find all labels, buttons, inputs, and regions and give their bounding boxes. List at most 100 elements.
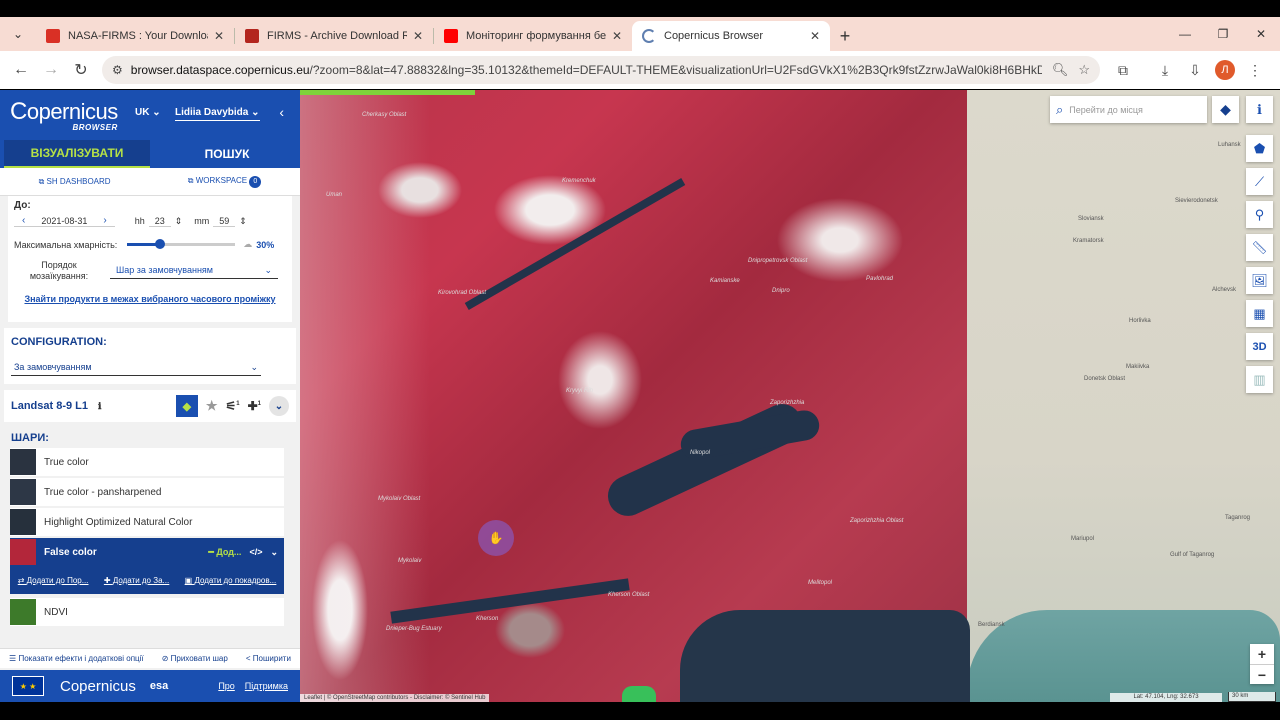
zoom-out-button[interactable]: − [1250, 664, 1274, 684]
hours-label: hh [134, 216, 145, 226]
cloud-slider[interactable] [127, 239, 236, 249]
download-icon[interactable]: ⤓ [1150, 55, 1180, 85]
basemap-layers-button[interactable]: ◆ [1212, 96, 1239, 123]
layer-thumbnail [10, 539, 36, 565]
info-icon[interactable]: ℹ [98, 401, 101, 412]
tab-search[interactable]: ПОШУК [154, 140, 300, 168]
expand-chevron-icon[interactable]: ⌄ [269, 396, 289, 416]
loading-progress-bar [300, 90, 475, 95]
collapse-sidebar-icon[interactable]: ‹ [279, 104, 284, 120]
minutes-stepper-icon[interactable]: ⇕ [239, 216, 247, 227]
chevron-down-icon: ⌄ [250, 362, 258, 372]
3d-view-button[interactable]: 3D [1246, 333, 1273, 360]
close-tab-icon[interactable]: ✕ [413, 29, 423, 43]
copernicus-logo[interactable]: Copernicus BROWSER [10, 98, 118, 132]
menu-kebab-icon[interactable]: ⋮ [1240, 55, 1270, 85]
user-menu[interactable]: Lidiia Davybida ⌄ [175, 107, 260, 121]
layer-true-color-pansharpened[interactable]: True color - pansharpened [10, 478, 284, 506]
date-value[interactable]: 2021-08-31 [33, 216, 95, 226]
eu-flag-logo: ★ ★ [12, 676, 44, 696]
code-icon[interactable]: </> [249, 547, 262, 557]
draw-polygon-icon[interactable]: ⬟ [1246, 135, 1273, 162]
double-chevron-down-icon[interactable]: ⌄ [270, 547, 278, 558]
forward-icon[interactable]: → [36, 55, 66, 85]
workspace-link[interactable]: ⧉ WORKSPACE 0 [188, 175, 262, 188]
profile-button[interactable]: Л [1210, 55, 1240, 85]
tab-youtube-monitoring[interactable]: Моніторинг формування белі ✕ [434, 21, 632, 51]
mode-tabs: ВІЗУАЛІЗУВАТИ ПОШУК [0, 140, 300, 168]
mosaic-row: Порядок мозаїкування: Шар за замовчуванн… [14, 260, 286, 282]
tab-nasa-firms-download[interactable]: NASA-FIRMS : Your Download R ✕ [36, 21, 234, 51]
configuration-select[interactable]: За замовчуванням ⌄ [11, 360, 261, 376]
tab-search-dropdown-icon[interactable]: ⌄ [0, 17, 36, 51]
add-to-pins-link[interactable]: ✚ Додати до За... [104, 576, 169, 585]
find-products-link[interactable]: Знайти продукти в межах вибраного часово… [14, 294, 286, 304]
browser-toolbar: ← → ↻ ⚙ browser.dataspace.copernicus.eu/… [0, 51, 1280, 89]
hours-stepper-icon[interactable]: ⇕ [175, 216, 183, 227]
layer-label: NDVI [44, 606, 68, 618]
histogram-icon[interactable]: ▥ [1246, 366, 1273, 393]
minutes-input[interactable]: 59 [213, 216, 236, 227]
draw-line-icon[interactable]: ⟋ [1246, 168, 1273, 195]
minutes-label: mm [194, 216, 210, 226]
sidebar-header: Copernicus BROWSER UK ⌄ Lidiia Davybida ⌄… [0, 90, 300, 168]
place-label: Zaporizhzhia Oblast [850, 518, 904, 524]
layer-false-color[interactable]: False color ━ Дод... </> ⌄ [10, 538, 284, 566]
location-search[interactable]: ⌕ Перейти до місця [1050, 96, 1207, 123]
add-layer-button[interactable]: ━ Дод... [208, 547, 241, 558]
close-tab-icon[interactable]: ✕ [214, 29, 224, 43]
next-date-icon[interactable]: › [95, 215, 114, 226]
minimize-icon[interactable]: — [1166, 17, 1204, 51]
location-pin-icon[interactable]: ⚲ [1246, 201, 1273, 228]
layers-icon[interactable]: ◆ [175, 395, 198, 417]
share-link[interactable]: < Поширити [246, 654, 291, 663]
zoom-icon[interactable]: 🔍︎ [1052, 62, 1069, 78]
mosaic-value: Шар за замовчуванням [116, 265, 213, 275]
maximize-icon[interactable]: ❐ [1204, 17, 1242, 51]
about-link[interactable]: Про [218, 681, 234, 691]
date-picker[interactable]: ‹ 2021-08-31 › [14, 215, 115, 227]
info-button[interactable]: ℹ [1246, 96, 1273, 123]
add-to-compare-link[interactable]: ⇄ Додати до Пор... [18, 576, 89, 585]
show-effects-link[interactable]: ☰ Показати ефекти і додаткові опції [9, 654, 144, 663]
place-label: Alchevsk [1212, 287, 1237, 293]
back-icon[interactable]: ← [6, 55, 36, 85]
pin-icon[interactable]: ✚1 [248, 399, 261, 413]
language-label: UK [135, 107, 150, 118]
zoom-in-button[interactable]: + [1250, 644, 1274, 664]
filter-icon[interactable]: ⚟1 [225, 399, 239, 413]
slider-handle[interactable] [154, 239, 165, 249]
timelapse-icon[interactable]: ▦ [1246, 300, 1273, 327]
ruler-icon[interactable]: 📏︎ [1246, 234, 1273, 261]
reload-icon[interactable]: ↻ [66, 55, 96, 85]
layer-thumbnail [10, 449, 36, 475]
layer-highlight-optimized[interactable]: Highlight Optimized Natural Color [10, 508, 284, 536]
language-select[interactable]: UK ⌄ [135, 107, 161, 118]
close-window-icon[interactable]: ✕ [1242, 17, 1280, 51]
hours-input[interactable]: 23 [148, 216, 171, 227]
address-bar[interactable]: ⚙ browser.dataspace.copernicus.eu/?zoom=… [102, 56, 1100, 84]
favorite-star-icon[interactable]: ★ [206, 398, 218, 414]
prev-date-icon[interactable]: ‹ [14, 215, 33, 226]
layer-ndvi[interactable]: NDVI [10, 598, 284, 626]
close-tab-icon[interactable]: ✕ [612, 29, 622, 43]
map-view[interactable]: Kremenchuk Kirovohrad Oblast Dnipropetro… [300, 90, 1280, 702]
mosaic-select[interactable]: Шар за замовчуванням ⌄ [110, 263, 278, 279]
add-to-timelapse-link[interactable]: ▣ Додати до покадров... [185, 576, 277, 585]
bookmark-star-icon[interactable]: ☆ [1078, 62, 1090, 78]
extensions-icon[interactable]: ⧉ [1108, 55, 1138, 85]
new-tab-button[interactable]: + [830, 21, 860, 51]
download-alt-icon[interactable]: ⇩ [1180, 55, 1210, 85]
layer-true-color[interactable]: True color [10, 448, 284, 476]
place-label: Dnipropetrovsk Oblast [748, 258, 808, 264]
tab-firms-archive[interactable]: FIRMS - Archive Download Req ✕ [235, 21, 433, 51]
site-info-icon[interactable]: ⚙ [112, 63, 123, 77]
hide-layer-link[interactable]: ⊘ Приховати шар [162, 654, 228, 663]
close-tab-icon[interactable]: ✕ [810, 29, 820, 43]
tab-copernicus-browser[interactable]: Copernicus Browser ✕ [632, 21, 830, 51]
support-link[interactable]: Підтримка [245, 681, 288, 691]
tab-visualize[interactable]: ВІЗУАЛІЗУВАТИ [4, 140, 150, 168]
zoom-controls: + − [1250, 644, 1274, 684]
image-download-icon[interactable]: 🖼︎ [1246, 267, 1273, 294]
sh-dashboard-link[interactable]: ⧉ SH DASHBOARD [39, 177, 111, 187]
